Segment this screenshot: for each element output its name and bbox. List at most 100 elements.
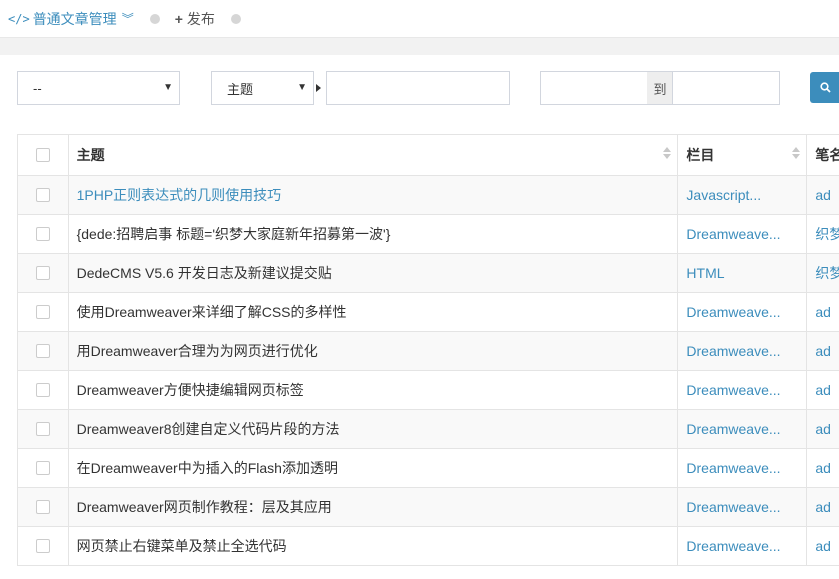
table-row: Dreamweaver8创建自定义代码片段的方法 Dreamweave... ad bbox=[18, 410, 839, 449]
article-column-link[interactable]: Dreamweave... bbox=[686, 460, 780, 476]
row-select-cell bbox=[18, 332, 69, 370]
search-button[interactable] bbox=[810, 72, 839, 103]
article-title: Dreamweaver网页制作教程：层及其应用 bbox=[76, 499, 332, 515]
row-title-cell: DedeCMS V5.6 开发日志及新建议提交贴 bbox=[69, 254, 679, 292]
select-all-checkbox[interactable] bbox=[35, 148, 50, 162]
tab-article-management[interactable]: </> 普通文章管理 ︾ bbox=[4, 0, 138, 38]
tab-publish-label: 发布 bbox=[186, 10, 215, 27]
row-author-cell: 织梦 bbox=[807, 215, 839, 253]
article-column-link[interactable]: Dreamweave... bbox=[686, 304, 780, 320]
article-author-link[interactable]: ad bbox=[815, 460, 831, 476]
keyword-input[interactable] bbox=[326, 71, 510, 105]
row-author-cell: ad bbox=[807, 410, 839, 448]
sort-icon[interactable] bbox=[663, 147, 672, 159]
row-checkbox[interactable] bbox=[35, 383, 50, 397]
table-row: 使用Dreamweaver来详细了解CSS的多样性 Dreamweave... ad bbox=[18, 293, 839, 332]
article-author-link[interactable]: ad bbox=[815, 499, 831, 515]
header-column-label: 栏目 bbox=[686, 147, 715, 163]
chevron-down-icon: ▼ bbox=[297, 82, 307, 93]
table-row: 用Dreamweaver合理为为网页进行优化 Dreamweave... ad bbox=[18, 332, 839, 371]
row-author-cell: ad bbox=[807, 449, 839, 487]
header-column[interactable]: 栏目 bbox=[678, 135, 808, 175]
row-checkbox[interactable] bbox=[35, 344, 50, 358]
header-author[interactable]: 笔名 bbox=[807, 135, 839, 175]
code-icon: </> bbox=[8, 11, 30, 26]
article-author-link[interactable]: ad bbox=[815, 421, 831, 437]
article-title: Dreamweaver8创建自定义代码片段的方法 bbox=[76, 421, 340, 437]
article-author-link[interactable]: ad bbox=[815, 538, 831, 554]
sort-icon[interactable] bbox=[792, 147, 801, 159]
row-author-cell: ad bbox=[807, 176, 839, 214]
row-author-cell: 织梦 bbox=[807, 254, 839, 292]
article-author-link[interactable]: ad bbox=[815, 304, 831, 320]
table-body: 1PHP正则表达式的几则使用技巧 Javascript... ad {dede:招聘启… bbox=[18, 176, 839, 566]
row-author-cell: ad bbox=[807, 527, 839, 565]
row-column-cell: Dreamweave... bbox=[678, 215, 808, 253]
range-start-input[interactable] bbox=[540, 71, 648, 105]
tab-separator-dot bbox=[149, 13, 160, 24]
article-title[interactable]: 1PHP正则表达式的几则使用技巧 bbox=[77, 185, 282, 205]
header-author-label: 笔名 bbox=[815, 147, 839, 163]
article-title: Dreamweaver方便快捷编辑网页标签 bbox=[76, 382, 304, 398]
caret-right-icon bbox=[316, 84, 321, 92]
field-select[interactable]: 主题 ▼ bbox=[211, 71, 314, 105]
article-column-link[interactable]: Dreamweave... bbox=[686, 226, 780, 242]
article-author-link[interactable]: ad bbox=[815, 382, 831, 398]
row-title-cell: {dede:招聘启事 标题='织梦大家庭新年招募第一波'} bbox=[69, 215, 679, 253]
article-author-link[interactable]: 织梦 bbox=[815, 263, 839, 283]
row-checkbox[interactable] bbox=[35, 500, 50, 514]
table-row: Dreamweaver方便快捷编辑网页标签 Dreamweave... ad bbox=[18, 371, 839, 410]
row-select-cell bbox=[18, 176, 69, 214]
row-checkbox[interactable] bbox=[35, 461, 50, 475]
header-title-label: 主题 bbox=[76, 147, 105, 163]
row-checkbox[interactable] bbox=[35, 188, 50, 202]
row-select-cell bbox=[18, 371, 69, 409]
row-select-cell bbox=[18, 254, 69, 292]
row-title-cell: 1PHP正则表达式的几则使用技巧 bbox=[69, 176, 679, 214]
article-column-link[interactable]: Dreamweave... bbox=[686, 421, 780, 437]
range-separator: 到 bbox=[647, 71, 673, 105]
page-gap bbox=[0, 38, 839, 55]
row-checkbox[interactable] bbox=[35, 266, 50, 280]
article-column-link[interactable]: Dreamweave... bbox=[686, 343, 780, 359]
main-content: -- ▼ 主题 ▼ 到 主题 栏目 笔名 1PHP正则表达式的几则使用技巧 Ja… bbox=[0, 56, 839, 579]
row-title-cell: Dreamweaver网页制作教程：层及其应用 bbox=[69, 488, 679, 526]
table-header-row: 主题 栏目 笔名 bbox=[18, 135, 839, 176]
header-title[interactable]: 主题 bbox=[69, 135, 679, 175]
row-column-cell: Javascript... bbox=[678, 176, 808, 214]
row-checkbox[interactable] bbox=[35, 422, 50, 436]
table-row: Dreamweaver网页制作教程：层及其应用 Dreamweave... ad bbox=[18, 488, 839, 527]
article-author-link[interactable]: 织梦 bbox=[815, 224, 839, 244]
row-author-cell: ad bbox=[807, 332, 839, 370]
article-column-link[interactable]: Dreamweave... bbox=[686, 499, 780, 515]
tab-separator-dot bbox=[230, 13, 241, 24]
row-author-cell: ad bbox=[807, 488, 839, 526]
table-row: 在Dreamweaver中为插入的Flash添加透明 Dreamweave... a… bbox=[18, 449, 839, 488]
table-row: 1PHP正则表达式的几则使用技巧 Javascript... ad bbox=[18, 176, 839, 215]
article-title: 网页禁止右键菜单及禁止全选代码 bbox=[76, 538, 287, 554]
double-chevron-down-icon[interactable]: ︾ bbox=[122, 10, 134, 27]
row-checkbox[interactable] bbox=[35, 305, 50, 319]
tab-article-management-label: 普通文章管理 bbox=[32, 10, 117, 27]
article-column-link[interactable]: Javascript... bbox=[686, 187, 761, 203]
plus-icon: + bbox=[174, 10, 183, 27]
row-column-cell: Dreamweave... bbox=[678, 332, 808, 370]
row-select-cell bbox=[18, 215, 69, 253]
article-column-link[interactable]: Dreamweave... bbox=[686, 382, 780, 398]
article-column-link[interactable]: Dreamweave... bbox=[686, 538, 780, 554]
row-select-cell bbox=[18, 488, 69, 526]
row-checkbox[interactable] bbox=[35, 539, 50, 553]
category-select[interactable]: -- ▼ bbox=[17, 71, 180, 105]
row-checkbox[interactable] bbox=[35, 227, 50, 241]
select-all-cell bbox=[18, 135, 69, 175]
article-author-link[interactable]: ad bbox=[815, 343, 831, 359]
article-title: 使用Dreamweaver来详细了解CSS的多样性 bbox=[76, 304, 347, 320]
range-end-input[interactable] bbox=[672, 71, 780, 105]
table-row: DedeCMS V5.6 开发日志及新建议提交贴 HTML 织梦 bbox=[18, 254, 839, 293]
article-author-link[interactable]: ad bbox=[815, 187, 831, 203]
article-column-link[interactable]: HTML bbox=[686, 265, 724, 281]
tab-publish[interactable]: + 发布 bbox=[171, 0, 219, 38]
category-select-value: -- bbox=[33, 80, 42, 96]
row-title-cell: 在Dreamweaver中为插入的Flash添加透明 bbox=[69, 449, 679, 487]
row-column-cell: Dreamweave... bbox=[678, 371, 808, 409]
